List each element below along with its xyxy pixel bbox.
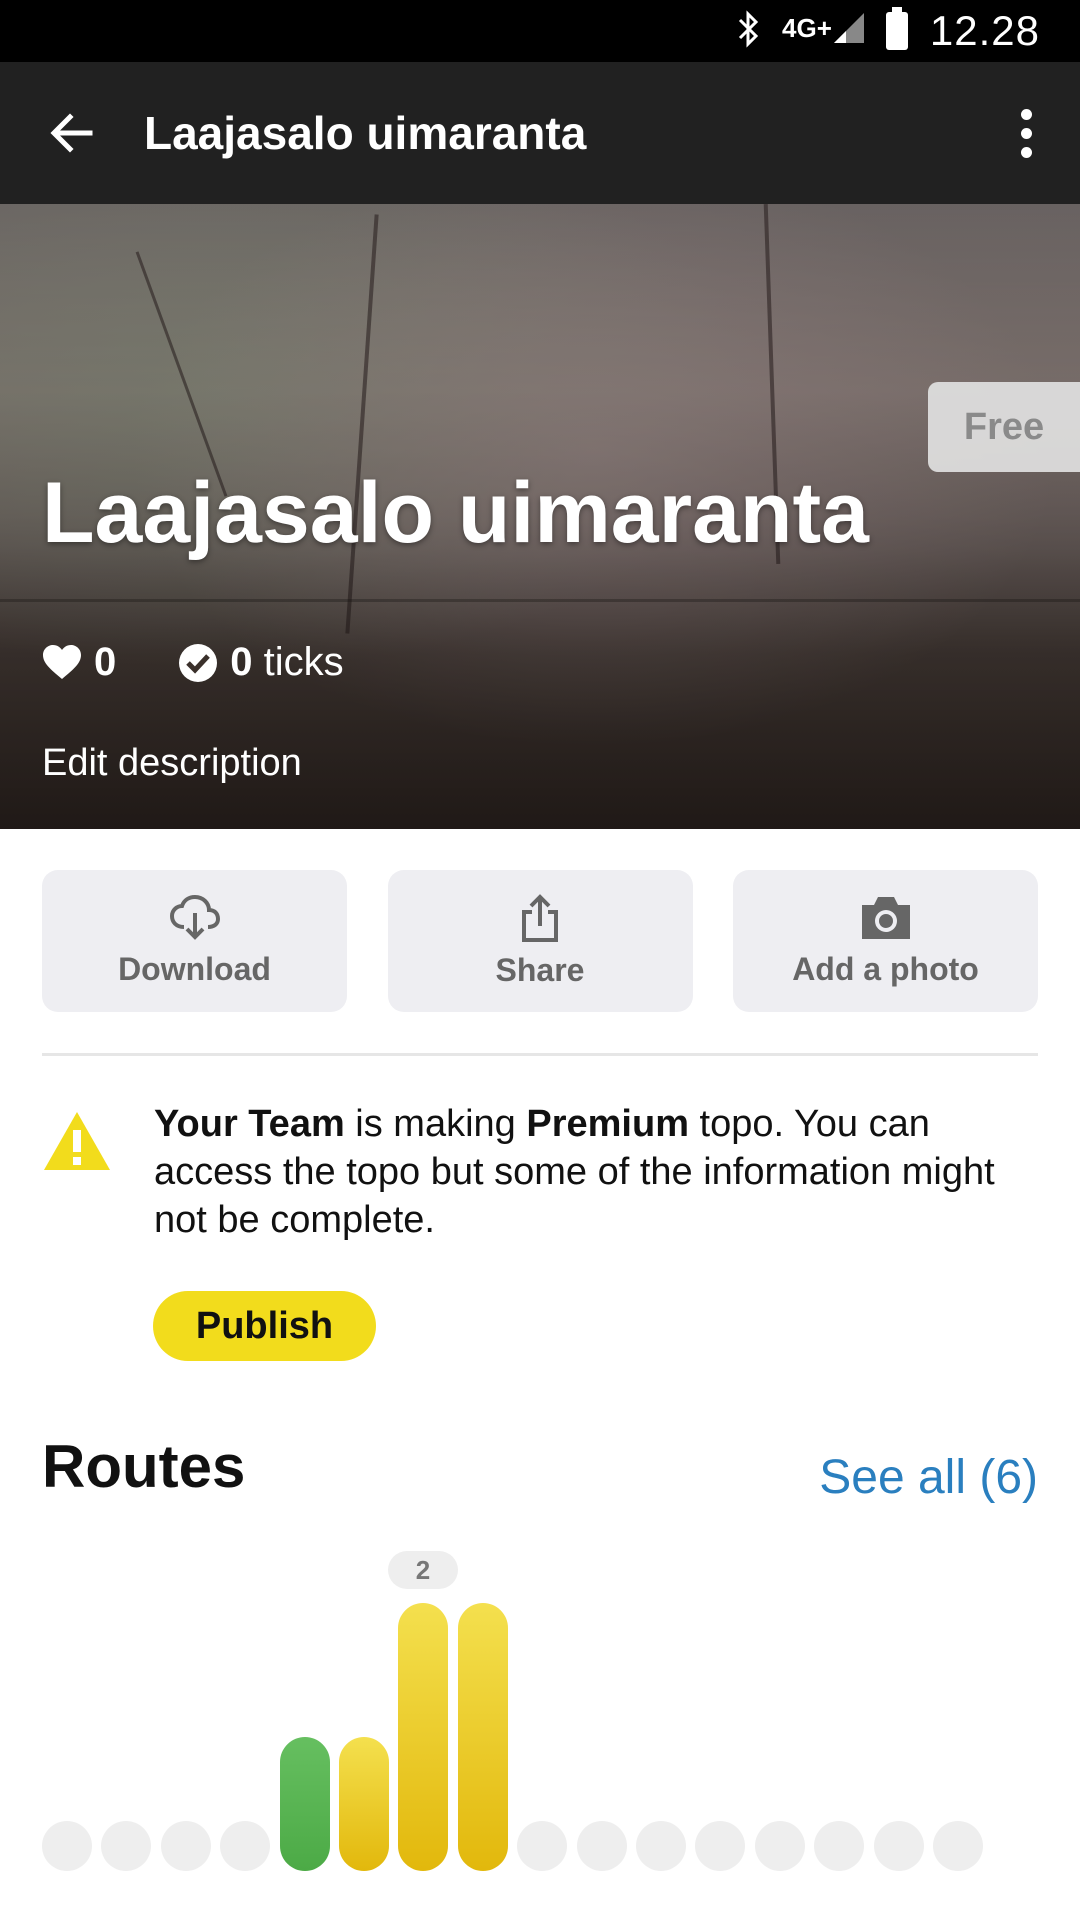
grade-bar-empty [814, 1821, 864, 1871]
routes-heading: Routes [42, 1433, 246, 1500]
grade-bar-empty [933, 1821, 983, 1871]
share-label: Share [495, 951, 585, 988]
cloud-download-icon [169, 894, 220, 940]
grade-bar[interactable] [339, 1737, 389, 1871]
add-photo-button[interactable]: Add a photo [733, 870, 1038, 1012]
see-all-routes-link[interactable]: See all (6) [819, 1450, 1038, 1505]
add-photo-label: Add a photo [792, 950, 979, 987]
status-bar: 4G+ 12.28 [0, 0, 1080, 62]
network-type: 4G+ [782, 12, 832, 43]
warning-icon [44, 1112, 110, 1170]
ticks-stat[interactable]: 0 ticks [178, 640, 344, 685]
section-divider [42, 1053, 1038, 1056]
app-bar: Laajasalo uimaranta [0, 62, 1080, 204]
bluetooth-icon [736, 9, 760, 53]
app-bar-title: Laajasalo uimaranta [144, 107, 587, 159]
more-vert-dot [1020, 127, 1032, 139]
crag-title: Laajasalo uimaranta [42, 465, 869, 561]
likes-count: 0 [94, 640, 117, 684]
edit-description-link[interactable]: Edit description [42, 742, 302, 785]
publish-button[interactable]: Publish [153, 1291, 376, 1361]
grade-bar-empty [517, 1821, 567, 1871]
grade-bar-empty [755, 1821, 805, 1871]
notice-text: Your Team is making Premium topo. You ca… [154, 1100, 1034, 1244]
notice-premium: Premium [526, 1103, 689, 1145]
notice-part1: is making [344, 1103, 527, 1145]
grade-bar[interactable] [398, 1603, 448, 1871]
grade-bar-empty [220, 1821, 270, 1871]
check-circle-icon [179, 643, 218, 682]
grade-bar-empty [874, 1821, 924, 1871]
download-label: Download [118, 950, 271, 987]
ticks-count: 0 [230, 640, 253, 684]
share-button[interactable]: Share [387, 870, 693, 1012]
action-buttons: Download Share Add a photo [42, 870, 1038, 1012]
likes-stat[interactable]: 0 [42, 640, 116, 685]
share-icon [522, 893, 558, 942]
grade-bar-empty [42, 1821, 92, 1871]
grade-bar-empty [161, 1821, 211, 1871]
more-options-button[interactable] [986, 62, 1066, 204]
heart-icon [43, 644, 81, 679]
notice-team: Your Team [154, 1103, 345, 1145]
signal-icon [833, 12, 864, 50]
grade-distribution-chart: 2 [42, 1525, 1038, 1920]
camera-icon [861, 896, 910, 939]
ticks-label: ticks [263, 640, 344, 684]
grade-bar-empty [695, 1821, 745, 1871]
download-button[interactable]: Download [42, 870, 347, 1012]
grade-bar[interactable] [280, 1737, 330, 1871]
network-indicator: 4G+ [782, 12, 864, 50]
grade-bar-empty [101, 1821, 151, 1871]
max-count-label: 2 [388, 1551, 458, 1589]
grade-bar[interactable] [458, 1603, 508, 1871]
arrow-back-icon [50, 113, 93, 153]
more-vert-dot [1020, 146, 1032, 158]
hero-image: Free Laajasalo uimaranta 0 0 ticks Edit … [0, 204, 1080, 829]
free-badge: Free [928, 382, 1080, 472]
grade-bar-empty [636, 1821, 686, 1871]
stats-row: 0 0 ticks [42, 640, 406, 685]
clock: 12.28 [929, 7, 1040, 54]
battery-icon [885, 7, 908, 50]
more-vert-icon [1020, 108, 1032, 120]
back-button[interactable] [0, 62, 144, 204]
grade-bar-empty [577, 1821, 627, 1871]
